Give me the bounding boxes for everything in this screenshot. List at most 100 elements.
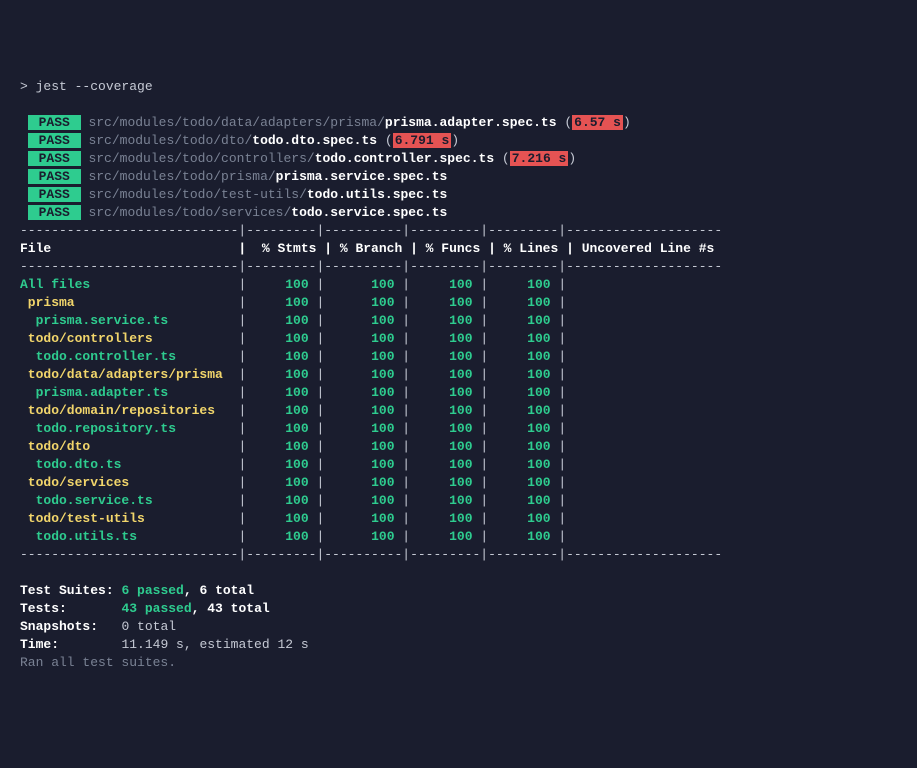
coverage-stmts: 100 xyxy=(246,493,316,508)
summary-ran: Ran all test suites. xyxy=(20,655,176,670)
coverage-funcs: 100 xyxy=(410,385,480,400)
coverage-funcs: 100 xyxy=(410,457,480,472)
coverage-file: todo.controller.ts xyxy=(20,349,238,364)
table-divider: ----------------------------|---------|-… xyxy=(20,223,722,238)
test-path: src/modules/todo/services/ xyxy=(88,205,291,220)
coverage-file: todo.dto.ts xyxy=(20,457,238,472)
coverage-lines: 100 xyxy=(488,457,558,472)
pass-badge: PASS xyxy=(28,187,81,202)
summary-time-value: 11.149 s, estimated 12 s xyxy=(121,637,308,652)
coverage-file: prisma.service.ts xyxy=(20,313,238,328)
coverage-row: todo/services | 100 | 100 | 100 | 100 | xyxy=(20,474,917,492)
coverage-stmts: 100 xyxy=(246,367,316,382)
test-time: 6.791 s xyxy=(393,133,452,148)
coverage-stmts: 100 xyxy=(246,295,316,310)
test-file: todo.controller.spec.ts xyxy=(315,151,494,166)
coverage-file: todo.repository.ts xyxy=(20,421,238,436)
coverage-branch: 100 xyxy=(324,457,402,472)
pass-badge: PASS xyxy=(28,115,81,130)
test-file: todo.service.spec.ts xyxy=(291,205,447,220)
coverage-stmts: 100 xyxy=(246,277,316,292)
command-line: > jest --coverage xyxy=(20,79,153,94)
coverage-file: todo/domain/repositories xyxy=(20,403,238,418)
test-file: prisma.adapter.spec.ts xyxy=(385,115,557,130)
coverage-branch: 100 xyxy=(324,367,402,382)
coverage-branch: 100 xyxy=(324,511,402,526)
coverage-lines: 100 xyxy=(488,511,558,526)
coverage-branch: 100 xyxy=(324,277,402,292)
coverage-funcs: 100 xyxy=(410,295,480,310)
coverage-row: todo.repository.ts | 100 | 100 | 100 | 1… xyxy=(20,420,917,438)
summary-snapshots-label: Snapshots: xyxy=(20,619,114,634)
coverage-row: prisma.service.ts | 100 | 100 | 100 | 10… xyxy=(20,312,917,330)
coverage-row: prisma | 100 | 100 | 100 | 100 | xyxy=(20,294,917,312)
coverage-funcs: 100 xyxy=(410,511,480,526)
coverage-funcs: 100 xyxy=(410,439,480,454)
terminal-output: > jest --coverage PASS src/modules/todo/… xyxy=(20,78,917,672)
coverage-funcs: 100 xyxy=(410,529,480,544)
coverage-funcs: 100 xyxy=(410,331,480,346)
coverage-branch: 100 xyxy=(324,331,402,346)
coverage-lines: 100 xyxy=(488,493,558,508)
coverage-lines: 100 xyxy=(488,349,558,364)
coverage-stmts: 100 xyxy=(246,529,316,544)
summary-tests-passed: 43 passed xyxy=(121,601,191,616)
table-divider: ----------------------------|---------|-… xyxy=(20,547,722,562)
coverage-file: todo/data/adapters/prisma xyxy=(20,367,238,382)
coverage-funcs: 100 xyxy=(410,421,480,436)
coverage-stmts: 100 xyxy=(246,403,316,418)
table-header: File | % Stmts | % Branch | % Funcs | % … xyxy=(20,241,714,256)
coverage-row: todo.controller.ts | 100 | 100 | 100 | 1… xyxy=(20,348,917,366)
test-time: 6.57 s xyxy=(572,115,623,130)
coverage-stmts: 100 xyxy=(246,511,316,526)
test-path: src/modules/todo/dto/ xyxy=(88,133,252,148)
coverage-branch: 100 xyxy=(324,439,402,454)
coverage-branch: 100 xyxy=(324,385,402,400)
coverage-funcs: 100 xyxy=(410,475,480,490)
summary-tests-label: Tests: xyxy=(20,601,114,616)
coverage-lines: 100 xyxy=(488,295,558,310)
coverage-lines: 100 xyxy=(488,439,558,454)
coverage-branch: 100 xyxy=(324,313,402,328)
coverage-file: todo/test-utils xyxy=(20,511,238,526)
summary-time-label: Time: xyxy=(20,637,114,652)
coverage-lines: 100 xyxy=(488,367,558,382)
pass-badge: PASS xyxy=(28,205,81,220)
coverage-file: todo/dto xyxy=(20,439,238,454)
coverage-row: todo.service.ts | 100 | 100 | 100 | 100 … xyxy=(20,492,917,510)
coverage-funcs: 100 xyxy=(410,403,480,418)
test-file: prisma.service.spec.ts xyxy=(276,169,448,184)
coverage-row: todo/controllers | 100 | 100 | 100 | 100… xyxy=(20,330,917,348)
coverage-funcs: 100 xyxy=(410,277,480,292)
coverage-lines: 100 xyxy=(488,277,558,292)
coverage-funcs: 100 xyxy=(410,349,480,364)
coverage-file: todo.utils.ts xyxy=(20,529,238,544)
coverage-stmts: 100 xyxy=(246,439,316,454)
coverage-lines: 100 xyxy=(488,313,558,328)
coverage-lines: 100 xyxy=(488,403,558,418)
coverage-file: todo/controllers xyxy=(20,331,238,346)
coverage-row: todo/data/adapters/prisma | 100 | 100 | … xyxy=(20,366,917,384)
coverage-lines: 100 xyxy=(488,331,558,346)
summary-tests-total: , 43 total xyxy=(192,601,270,616)
coverage-row: todo/dto | 100 | 100 | 100 | 100 | xyxy=(20,438,917,456)
coverage-funcs: 100 xyxy=(410,493,480,508)
coverage-file: prisma xyxy=(20,295,238,310)
coverage-file: prisma.adapter.ts xyxy=(20,385,238,400)
test-path: src/modules/todo/data/adapters/prisma/ xyxy=(88,115,384,130)
coverage-funcs: 100 xyxy=(410,367,480,382)
pass-badge: PASS xyxy=(28,151,81,166)
coverage-branch: 100 xyxy=(324,475,402,490)
table-divider: ----------------------------|---------|-… xyxy=(20,259,722,274)
test-path: src/modules/todo/test-utils/ xyxy=(88,187,306,202)
coverage-stmts: 100 xyxy=(246,331,316,346)
coverage-file: todo.service.ts xyxy=(20,493,238,508)
coverage-lines: 100 xyxy=(488,385,558,400)
coverage-branch: 100 xyxy=(324,493,402,508)
coverage-stmts: 100 xyxy=(246,457,316,472)
coverage-funcs: 100 xyxy=(410,313,480,328)
coverage-lines: 100 xyxy=(488,529,558,544)
coverage-stmts: 100 xyxy=(246,421,316,436)
test-path: src/modules/todo/prisma/ xyxy=(88,169,275,184)
coverage-lines: 100 xyxy=(488,421,558,436)
